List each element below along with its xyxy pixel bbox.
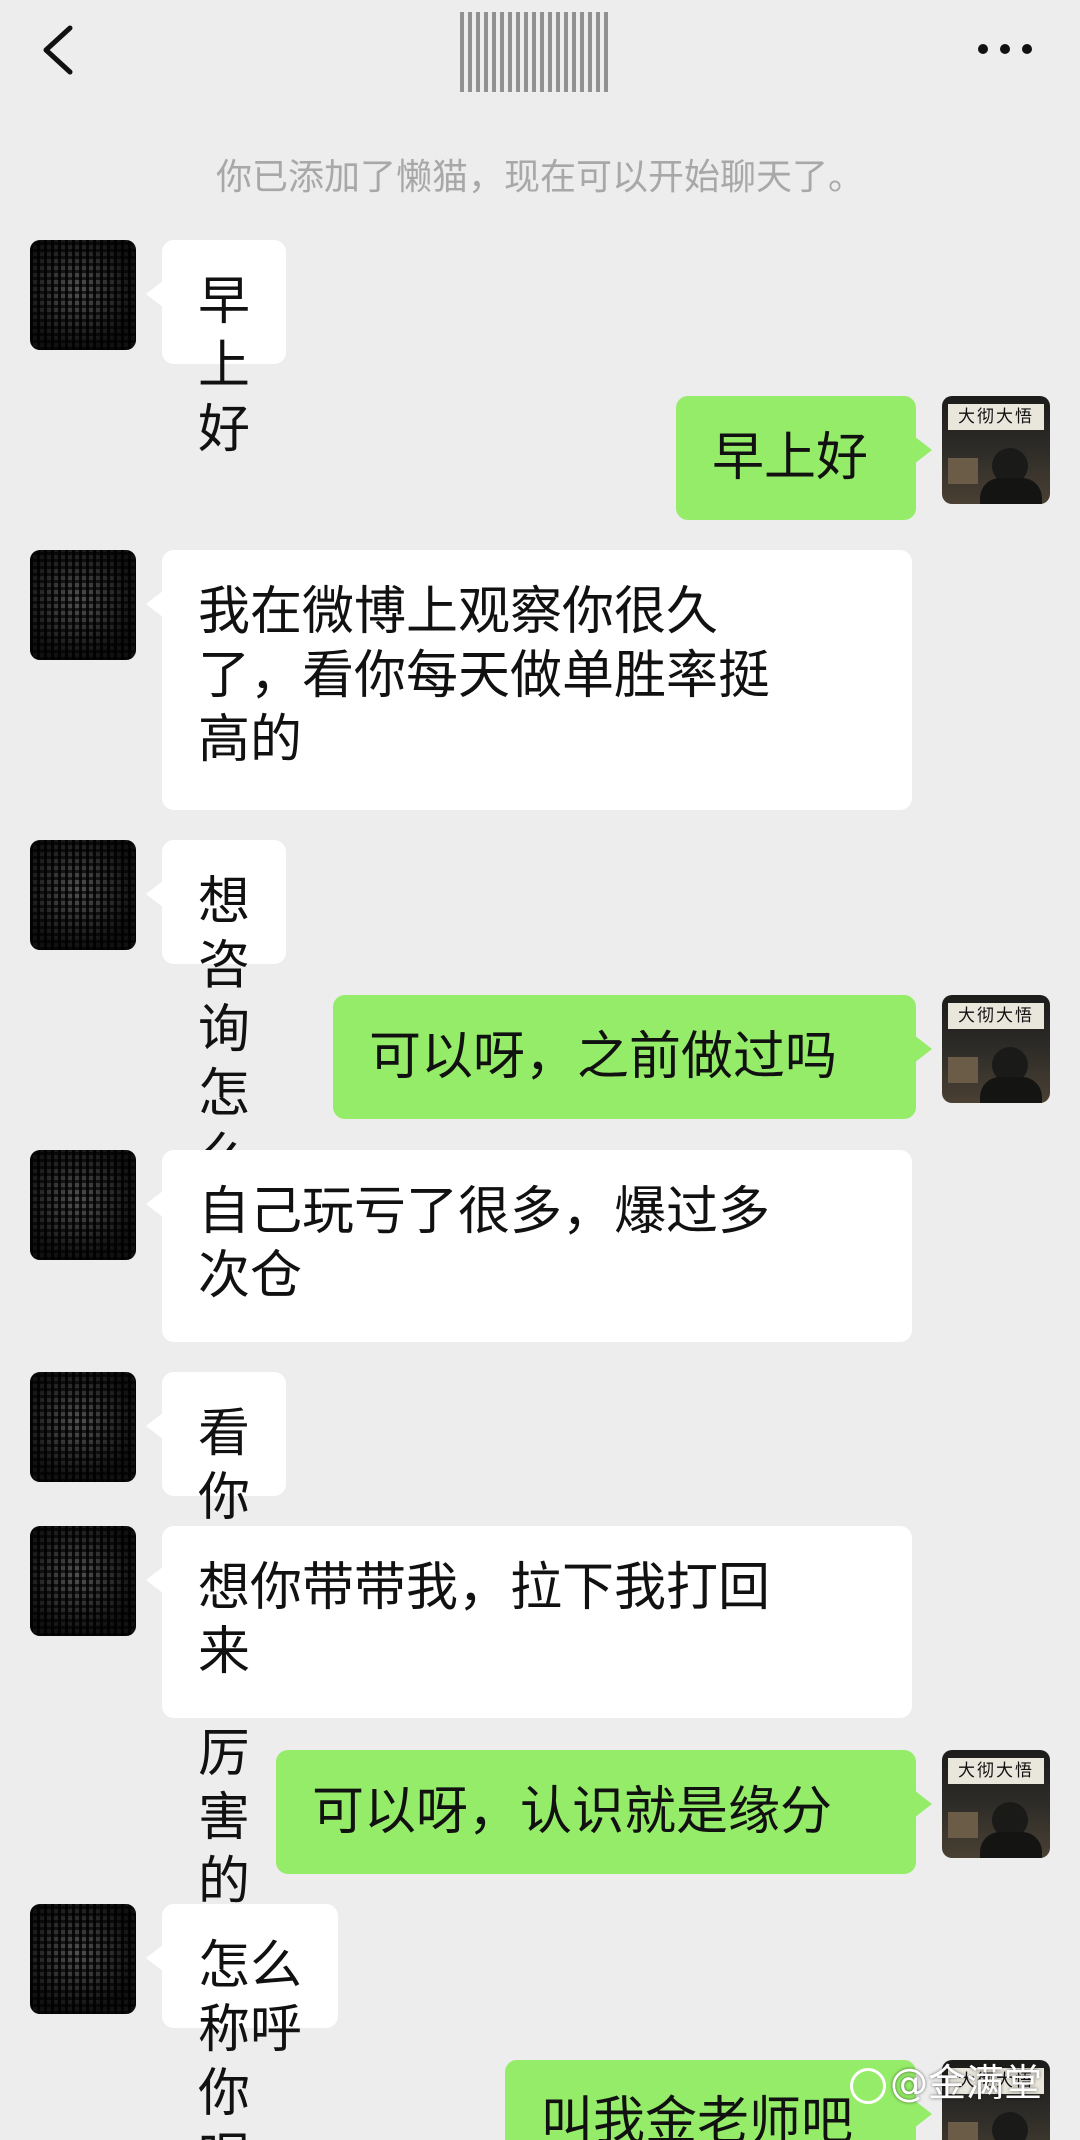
contact-avatar[interactable]	[30, 240, 136, 350]
my-avatar[interactable]: 大彻大悟	[942, 396, 1050, 504]
contact-avatar[interactable]	[30, 1904, 136, 2014]
my-avatar[interactable]: 大彻大悟	[942, 1750, 1050, 1858]
message-bubble-received[interactable]: 自己玩亏了很多，爆过多 次仓	[146, 1150, 912, 1342]
avatar-desk	[948, 1057, 978, 1083]
avatar-person-body	[980, 1832, 1042, 1858]
contact-avatar[interactable]	[30, 1150, 136, 1260]
chevron-left-icon	[43, 25, 73, 75]
more-dots-icon	[1000, 44, 1010, 54]
message-bubble-received[interactable]: 怎么称呼你呢，老师	[146, 1904, 338, 2140]
more-dots-icon	[1022, 44, 1032, 54]
chat-screen: 你已添加了懒猫，现在可以开始聊天了。 早上好 早上好 大彻大悟 我在微博上观察你…	[0, 0, 1080, 2140]
avatar-sign: 大彻大悟	[948, 404, 1044, 430]
avatar-person-body	[980, 1077, 1042, 1103]
message-bubble-received[interactable]: 想咨询怎么跟	[145, 840, 287, 1252]
watermark: @金满堂	[850, 2058, 1042, 2108]
contact-avatar[interactable]	[30, 840, 136, 950]
contact-avatar[interactable]	[30, 550, 136, 660]
avatar-desk	[948, 2122, 978, 2140]
contact-avatar[interactable]	[30, 1372, 136, 1482]
chat-header	[0, 0, 1080, 120]
avatar-desk	[948, 1812, 978, 1838]
more-button[interactable]	[970, 28, 1040, 68]
chat-title-blurred	[460, 12, 610, 92]
message-bubble-sent[interactable]: 早上好	[676, 396, 932, 520]
avatar-sign: 大彻大悟	[948, 1003, 1044, 1029]
more-dots-icon	[978, 44, 988, 54]
avatar-person	[992, 2112, 1028, 2140]
avatar-person-body	[980, 478, 1042, 504]
message-bubble-received[interactable]: 我在微博上观察你很久 了，看你每天做单胜率挺 高的	[146, 550, 912, 810]
weibo-logo-icon	[850, 2067, 886, 2104]
contact-avatar[interactable]	[30, 1526, 136, 1636]
watermark-text: @金满堂	[890, 2061, 1043, 2105]
avatar-sign: 大彻大悟	[948, 1758, 1044, 1784]
message-bubble-sent[interactable]: 可以呀，认识就是缘分	[276, 1750, 932, 1874]
message-bubble-sent[interactable]: 可以呀，之前做过吗	[333, 995, 932, 1119]
avatar-desk	[948, 458, 978, 484]
message-bubble-received[interactable]: 看你挺稳挺厉害的	[145, 1372, 287, 1912]
message-bubble-received[interactable]: 早上好	[145, 240, 287, 460]
system-notice: 你已添加了懒猫，现在可以开始聊天了。	[215, 157, 864, 198]
back-button[interactable]	[30, 20, 90, 80]
my-avatar[interactable]: 大彻大悟	[942, 995, 1050, 1103]
message-bubble-received[interactable]: 想你带带我，拉下我打回 来	[146, 1526, 912, 1718]
